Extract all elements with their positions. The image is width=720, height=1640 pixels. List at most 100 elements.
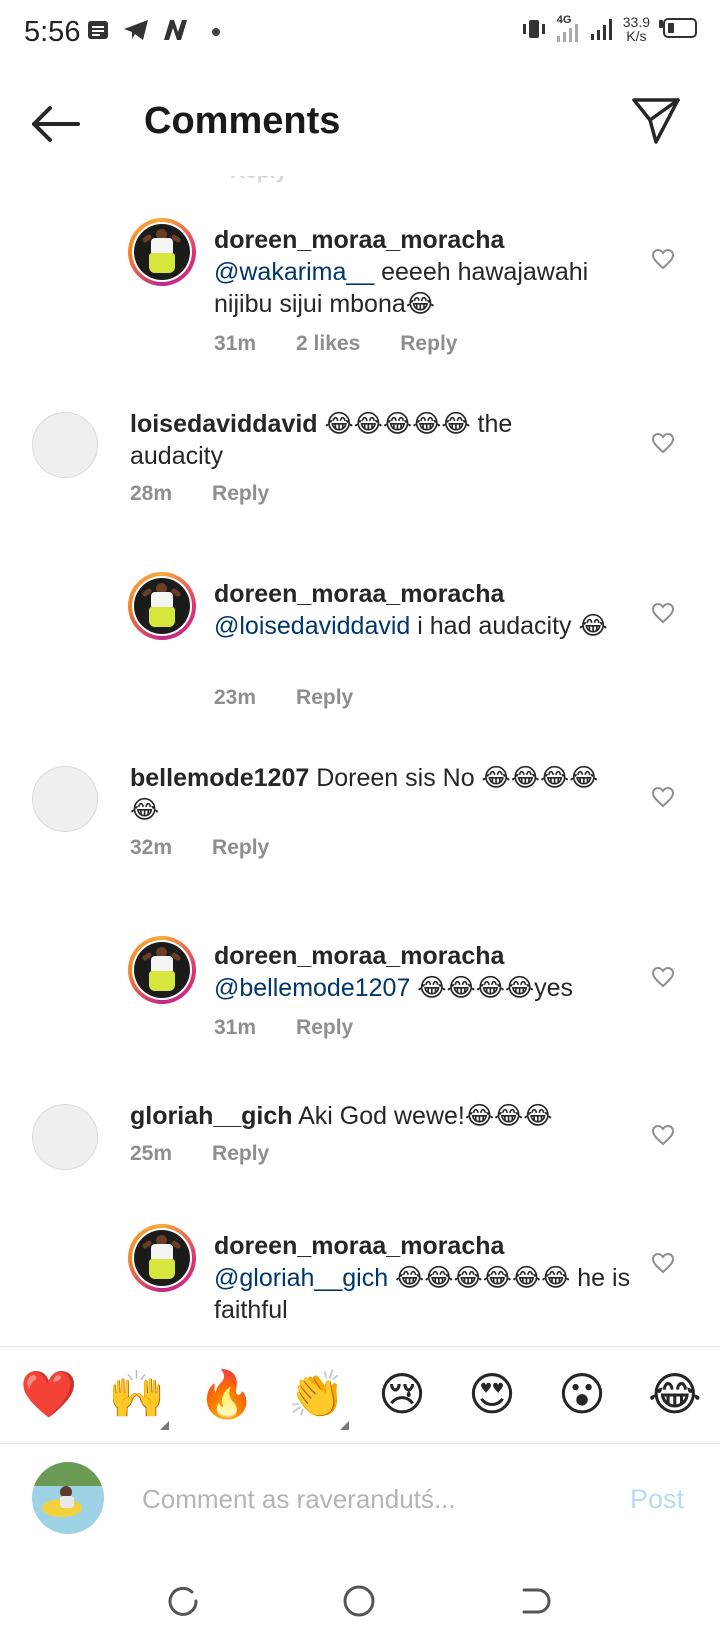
comment-mention[interactable]: @bellemode1207: [214, 974, 410, 1002]
comment-text: doreen_moraa_moracha @gloriah__gich 😂😂😂😂…: [214, 1230, 634, 1326]
reply-button[interactable]: Reply: [212, 1142, 269, 1166]
reply-button[interactable]: Reply: [400, 332, 457, 356]
heart-outline-icon[interactable]: [651, 248, 675, 270]
comment-item: loisedaviddavid 😂😂😂😂😂 the audacity 28m R…: [0, 410, 720, 542]
comment-mention[interactable]: @gloriah__gich: [214, 1264, 388, 1292]
reply-button[interactable]: Reply: [296, 1016, 353, 1040]
comment-likes[interactable]: 2 likes: [296, 332, 360, 356]
my-avatar: [32, 1462, 104, 1534]
comment-text: doreen_moraa_moracha @wakarima__ eeeeh h…: [214, 224, 644, 320]
comment-text: doreen_moraa_moracha @bellemode1207 😂😂😂😂…: [214, 940, 654, 1004]
avatar[interactable]: [128, 572, 196, 640]
status-right: 4G 33.9 K/s: [521, 14, 698, 44]
speed-unit: K/s: [626, 28, 647, 44]
emoji-heart[interactable]: ❤️: [20, 1369, 77, 1419]
arrow-left-icon[interactable]: [28, 100, 84, 148]
comment-item: doreen_moraa_moracha @wakarima__ eeeeh h…: [0, 218, 720, 368]
vibrate-icon: [522, 20, 545, 38]
paper-plane-icon[interactable]: [630, 94, 682, 146]
reply-button[interactable]: Reply: [212, 482, 269, 506]
post-button[interactable]: Post: [630, 1484, 684, 1515]
emoji-heart-eyes[interactable]: 😍: [468, 1369, 516, 1419]
emoji-laughing[interactable]: 😂: [648, 1369, 702, 1419]
comment-item: gloriah__gich Aki God wewe!😂😂😂 25m Reply: [0, 1102, 720, 1204]
notes-icon: [88, 21, 108, 39]
comment-body: Aki God wewe!😂😂😂: [292, 1102, 553, 1130]
avatar[interactable]: [128, 936, 196, 1004]
reply-button[interactable]: Reply: [296, 686, 353, 710]
heart-outline-icon[interactable]: [651, 1124, 675, 1146]
comment-username[interactable]: doreen_moraa_moracha: [214, 942, 504, 970]
emoji-raised-hands[interactable]: 🙌: [108, 1369, 165, 1419]
emoji-clap[interactable]: 👏: [288, 1369, 345, 1419]
status-bar: 5:56 4G 33.9 K/s: [0, 0, 720, 66]
avatar[interactable]: [128, 1224, 196, 1292]
heart-outline-icon[interactable]: [651, 786, 675, 808]
skin-tone-indicator-icon: [160, 1421, 169, 1430]
comment-text: doreen_moraa_moracha @loisedaviddavid i …: [214, 578, 644, 642]
comment-item: doreen_moraa_moracha @gloriah__gich 😂😂😂😂…: [0, 1224, 720, 1346]
comment-text: gloriah__gich Aki God wewe!😂😂😂: [130, 1100, 600, 1132]
comment-meta: 25m Reply: [130, 1142, 269, 1166]
recents-icon[interactable]: [166, 1584, 200, 1618]
comment-text: loisedaviddavid 😂😂😂😂😂 the audacity: [130, 408, 590, 472]
comment-time: 23m: [214, 686, 257, 709]
header: Comments: [0, 66, 720, 176]
comment-username[interactable]: gloriah__gich: [130, 1102, 293, 1130]
comment-username[interactable]: doreen_moraa_moracha: [214, 1232, 504, 1260]
battery-icon: [659, 18, 697, 38]
skin-tone-indicator-icon: [340, 1421, 349, 1430]
status-time: 5:56: [24, 16, 81, 48]
home-icon[interactable]: [342, 1584, 376, 1618]
comment-username[interactable]: loisedaviddavid: [130, 410, 318, 438]
comment-item: bellemode1207 Doreen sis No 😂😂😂😂😂 32m Re…: [0, 764, 720, 896]
heart-outline-icon[interactable]: [651, 1252, 675, 1274]
partial-reply-text: Reply: [230, 176, 287, 184]
comment-time: 28m: [130, 482, 173, 505]
heart-outline-icon[interactable]: [651, 602, 675, 624]
heart-outline-icon[interactable]: [651, 966, 675, 988]
comment-username[interactable]: doreen_moraa_moracha: [214, 580, 504, 608]
comment-item: doreen_moraa_moracha @bellemode1207 😂😂😂😂…: [0, 936, 720, 1056]
comment-list[interactable]: Reply doreen_moraa_moracha @wakarima__ e…: [0, 176, 720, 1346]
page-title: Comments: [144, 100, 341, 142]
speed-value: 33.9: [622, 14, 650, 30]
avatar[interactable]: [128, 218, 196, 286]
comment-username[interactable]: doreen_moraa_moracha: [214, 226, 504, 254]
comment-time: 25m: [130, 1142, 173, 1165]
avatar-placeholder[interactable]: [32, 766, 98, 832]
network-speed: 33.9 K/s: [623, 15, 650, 43]
comment-meta: 31m 2 likes Reply: [214, 332, 457, 356]
comment-meta: 32m Reply: [130, 836, 269, 860]
dot-icon: [212, 28, 220, 36]
emoji-fire[interactable]: 🔥: [198, 1369, 255, 1419]
signal-icon: [590, 19, 612, 40]
comment-mention[interactable]: @wakarima__: [214, 258, 374, 286]
system-nav-bar: [0, 1560, 720, 1640]
avatar-placeholder[interactable]: [32, 1104, 98, 1170]
comment-meta: 28m Reply: [130, 482, 269, 506]
comment-mention[interactable]: @loisedaviddavid: [214, 612, 410, 640]
comment-time: 31m: [214, 1016, 257, 1039]
back-nav-icon[interactable]: [518, 1584, 552, 1618]
comment-time: 31m: [214, 332, 257, 355]
emoji-surprised[interactable]: 😮: [558, 1369, 606, 1419]
comment-body: i had audacity 😂: [410, 612, 608, 640]
comment-meta: 23m Reply: [214, 686, 353, 710]
comment-username[interactable]: bellemode1207: [130, 764, 309, 792]
comment-input[interactable]: [140, 1474, 584, 1524]
heart-outline-icon[interactable]: [651, 432, 675, 454]
telegram-icon: [124, 20, 148, 40]
comment-time: 32m: [130, 836, 173, 859]
comment-meta: 31m Reply: [214, 1016, 353, 1040]
network-4g-icon: 4G: [555, 14, 581, 44]
n-app-icon: [164, 20, 187, 40]
avatar-placeholder[interactable]: [32, 412, 98, 478]
comment-text: bellemode1207 Doreen sis No 😂😂😂😂😂: [130, 762, 620, 826]
reply-button[interactable]: Reply: [212, 836, 269, 860]
emoji-crying[interactable]: 😢: [378, 1369, 426, 1419]
emoji-quick-bar: ❤️ 🙌 🔥 👏 😢 😍 😮 😂: [0, 1346, 720, 1444]
comment-composer: Post: [0, 1444, 720, 1560]
comment-body: 😂😂😂😂yes: [410, 974, 574, 1002]
comment-item: doreen_moraa_moracha @loisedaviddavid i …: [0, 572, 720, 722]
